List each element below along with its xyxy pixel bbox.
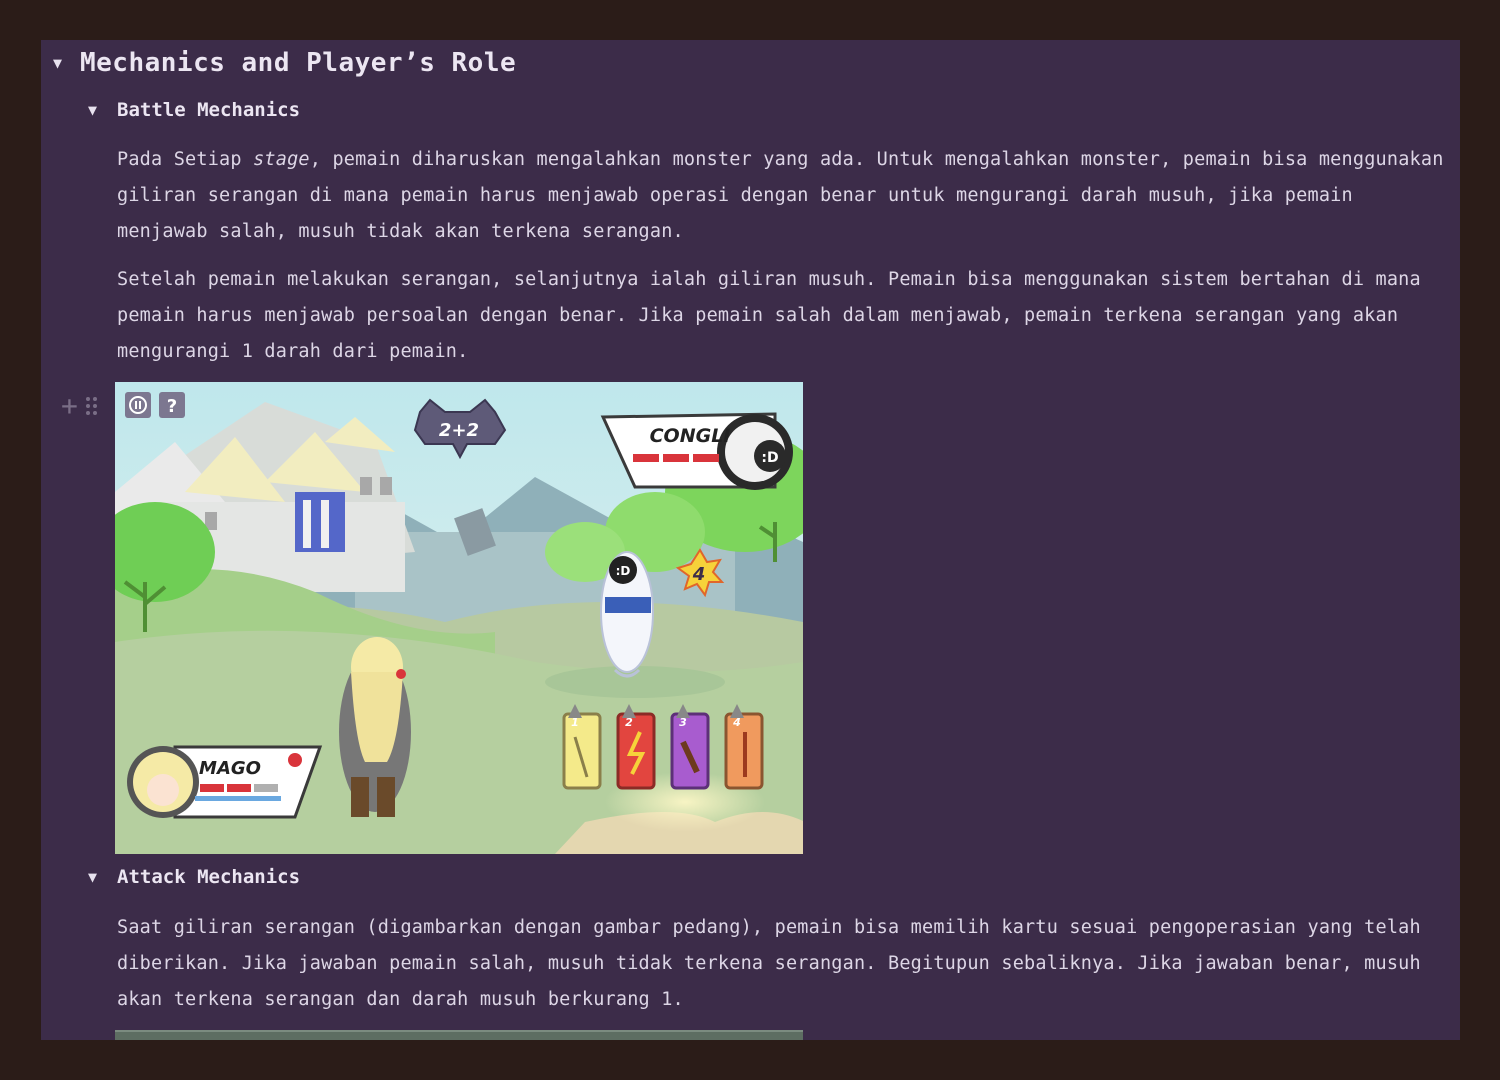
- attack-mechanics-heading: Attack Mechanics: [117, 866, 301, 888]
- drag-handle-icon[interactable]: [85, 397, 97, 415]
- enemy-hud-badge: :D: [761, 450, 778, 466]
- battle-mechanics-toggle[interactable]: ▼ Battle Mechanics: [88, 99, 300, 121]
- enemy-face-text: :D: [616, 564, 631, 578]
- document-panel: ▼ Mechanics and Player’s Role ▼ Battle M…: [41, 40, 1460, 1040]
- player-hud: MAGO: [127, 745, 323, 819]
- player-name: MAGO: [199, 758, 261, 779]
- damage-number: 4: [692, 564, 706, 585]
- battle-p1-text-b: , pemain diharuskan mengalahkan monster …: [117, 149, 1444, 242]
- enemy-name: CONGLI: [650, 425, 731, 447]
- enemy-hud: :D CONGLI: [600, 412, 793, 490]
- battle-paragraph-2: Setelah pemain melakukan serangan, selan…: [117, 269, 1421, 362]
- card-number-4: 4: [732, 716, 741, 729]
- battle-p1-text-a: Pada Setiap: [117, 149, 254, 170]
- battle-paragraph-1: Pada Setiap stage, pemain diharuskan men…: [117, 142, 1447, 250]
- attack-mechanics-toggle[interactable]: ▼ Attack Mechanics: [88, 866, 300, 888]
- battle-mechanics-heading: Battle Mechanics: [117, 99, 301, 121]
- block-handle[interactable]: +: [61, 392, 97, 420]
- add-block-plus-icon[interactable]: +: [61, 392, 78, 420]
- battle-scene-svg: :D 4 1 2 3 4 ? 2+2:D CONGLI MAGO: [115, 382, 803, 854]
- collapse-triangle-icon[interactable]: ▼: [53, 54, 73, 72]
- attack-screenshot-image: [115, 1030, 803, 1040]
- collapse-triangle-icon[interactable]: ▼: [88, 101, 108, 119]
- collapse-triangle-icon[interactable]: ▼: [88, 868, 108, 886]
- section-toggle[interactable]: ▼ Mechanics and Player’s Role: [53, 48, 516, 78]
- battle-p1-emphasis: stage: [253, 149, 310, 170]
- card-number-1: 1: [571, 716, 579, 729]
- attack-paragraph-1: Saat giliran serangan (digambarkan denga…: [117, 917, 1421, 1010]
- battle-screenshot-image: :D 4 1 2 3 4 ? 2+2:D CONGLI MAGO: [115, 382, 803, 854]
- card-number-2: 2: [625, 716, 633, 729]
- math-question: 2+2: [439, 420, 479, 441]
- section-title: Mechanics and Player’s Role: [80, 48, 517, 78]
- card-number-3: 3: [679, 716, 687, 729]
- help-icon[interactable]: ?: [167, 396, 177, 417]
